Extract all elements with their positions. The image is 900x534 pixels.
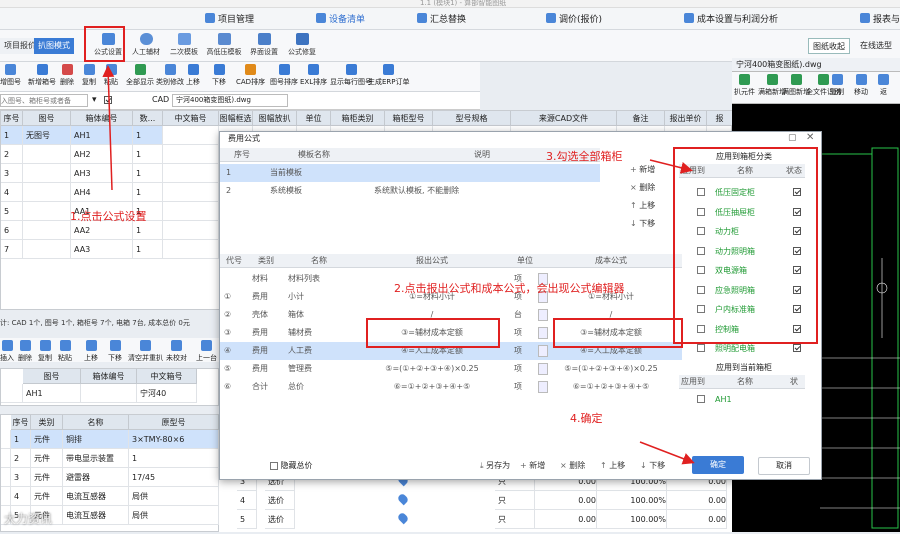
annotation-step3: 3.勾选全部箱柜 — [546, 150, 623, 163]
watermark-logo: 大力资讯 — [4, 512, 53, 526]
annotation-step2: 2.点击报出公式和成本公式，会出现公式编辑器 — [394, 282, 625, 295]
annotation-arrows — [102, 65, 695, 465]
annotation-step1: 1.点击公式设置 — [70, 210, 147, 223]
annotation-step4: 4.确定 — [570, 412, 603, 425]
